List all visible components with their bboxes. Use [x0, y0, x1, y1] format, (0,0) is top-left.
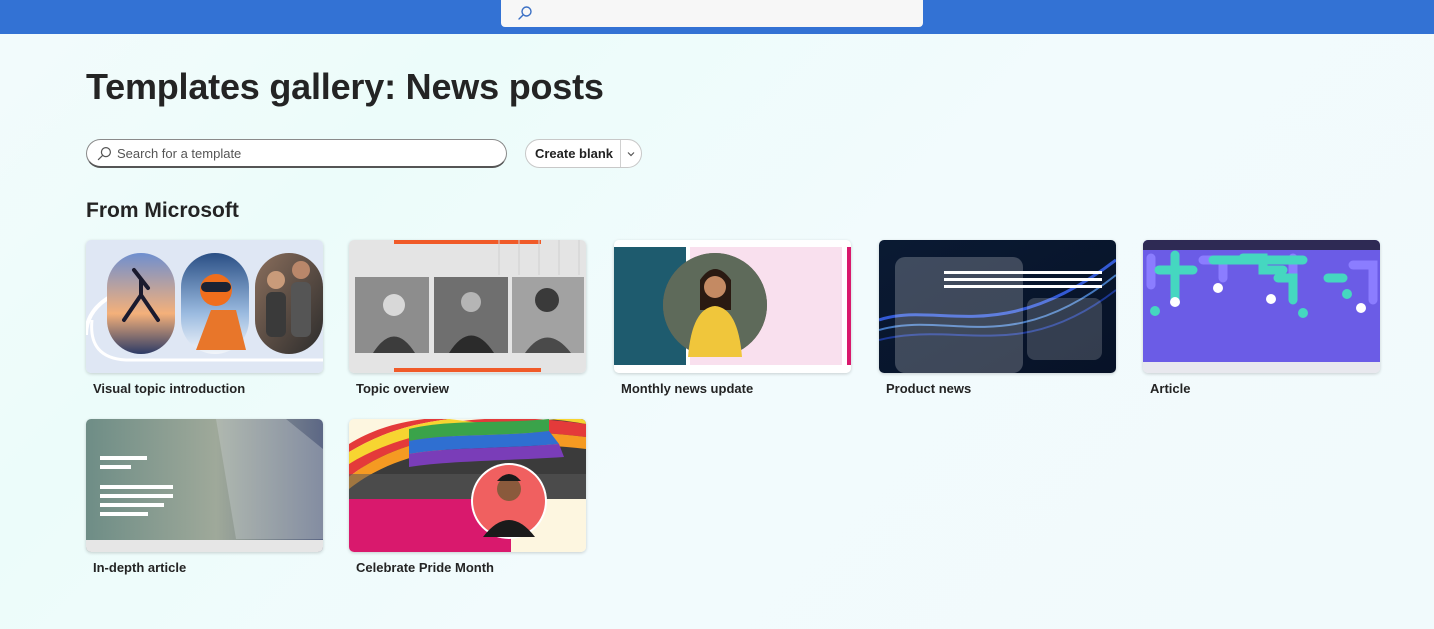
- template-thumbnail: [614, 240, 851, 373]
- template-card-monthly-news-update[interactable]: Monthly news update: [614, 240, 851, 396]
- create-options-dropdown[interactable]: [621, 140, 641, 167]
- chevron-down-icon: [627, 151, 635, 156]
- top-bar: [0, 0, 1434, 34]
- template-card-article[interactable]: Article: [1143, 240, 1380, 396]
- create-blank-button[interactable]: Create blank: [526, 140, 621, 167]
- visual-topic-thumbnail-image: [86, 240, 323, 373]
- template-card-label: Article: [1150, 381, 1191, 396]
- topic-overview-thumbnail-image: [349, 240, 586, 373]
- template-search-box[interactable]: [86, 139, 507, 168]
- pride-month-thumbnail-image: [349, 419, 586, 552]
- search-icon: [97, 146, 112, 161]
- template-card-label: Monthly news update: [621, 381, 754, 396]
- template-thumbnail: [879, 240, 1116, 373]
- product-news-thumbnail-image: [879, 240, 1116, 373]
- template-card-label: Celebrate Pride Month: [356, 560, 494, 575]
- template-thumbnail: [86, 240, 323, 373]
- monthly-news-thumbnail-image: [614, 240, 851, 373]
- template-thumbnail: [349, 240, 586, 373]
- template-card-product-news[interactable]: Product news: [879, 240, 1116, 396]
- in-depth-article-thumbnail-image: [86, 419, 323, 552]
- template-thumbnail: [1143, 240, 1380, 373]
- template-card-celebrate-pride-month[interactable]: Celebrate Pride Month: [349, 419, 586, 575]
- template-card-label: In-depth article: [93, 560, 187, 575]
- template-card-in-depth-article[interactable]: In-depth article: [86, 419, 323, 575]
- create-blank-split-button: Create blank: [525, 139, 642, 168]
- section-heading: From Microsoft: [86, 199, 239, 222]
- template-card-label: Topic overview: [356, 381, 449, 396]
- template-card-label: Visual topic introduction: [93, 381, 246, 396]
- search-icon: [518, 6, 532, 20]
- template-card-topic-overview[interactable]: Topic overview: [349, 240, 586, 396]
- template-thumbnail: [86, 419, 323, 552]
- top-search-box[interactable]: [501, 0, 923, 27]
- template-card-visual-topic-introduction[interactable]: Visual topic introduction: [86, 240, 323, 396]
- article-thumbnail-image: [1143, 240, 1380, 373]
- template-thumbnail: [349, 419, 586, 552]
- template-card-label: Product news: [886, 381, 972, 396]
- template-search-input[interactable]: [117, 143, 497, 164]
- page-title: Templates gallery: News posts: [86, 66, 604, 107]
